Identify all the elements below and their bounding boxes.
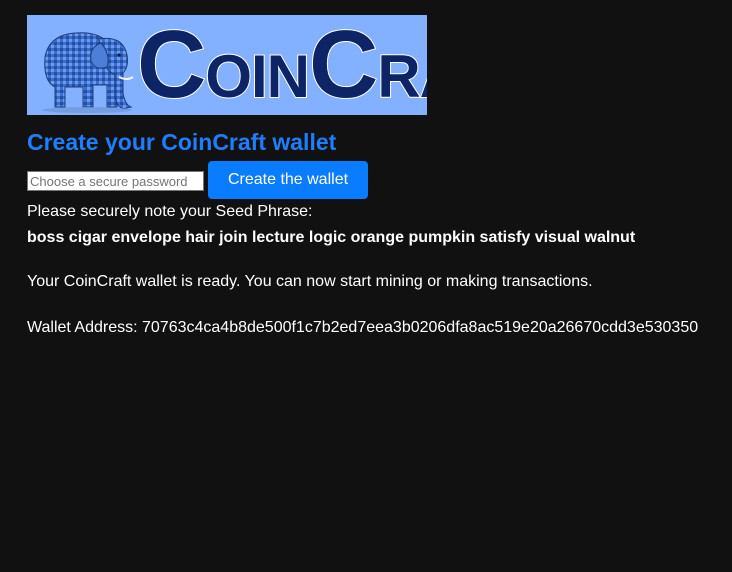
logo-wordmark: COINCRAFT: [137, 15, 427, 115]
seed-phrase-label: Please securely note your Seed Phrase:: [27, 203, 313, 220]
wallet-address: Wallet Address: 70763c4ca4b8de500f1c7b2e…: [27, 319, 699, 336]
elephant-icon: [42, 32, 134, 113]
coincraft-logo: COINCRAFT: [27, 15, 427, 115]
logo-initial-c: C: [137, 15, 207, 115]
create-wallet-button[interactable]: Create the wallet: [208, 161, 368, 199]
password-input[interactable]: [27, 171, 204, 191]
status-message: Your CoinCraft wallet is ready. You can …: [27, 273, 593, 290]
logo-text-oin: OIN: [204, 42, 311, 111]
wallet-page: COINCRAFT Create your CoinCraft wallet C…: [0, 0, 732, 572]
logo-initial-c2: C: [308, 15, 379, 115]
seed-phrase: boss cigar envelope hair join lecture lo…: [27, 229, 636, 246]
page-title: Create your CoinCraft wallet: [27, 129, 337, 155]
logo-text-raft: RAFT: [376, 42, 427, 111]
